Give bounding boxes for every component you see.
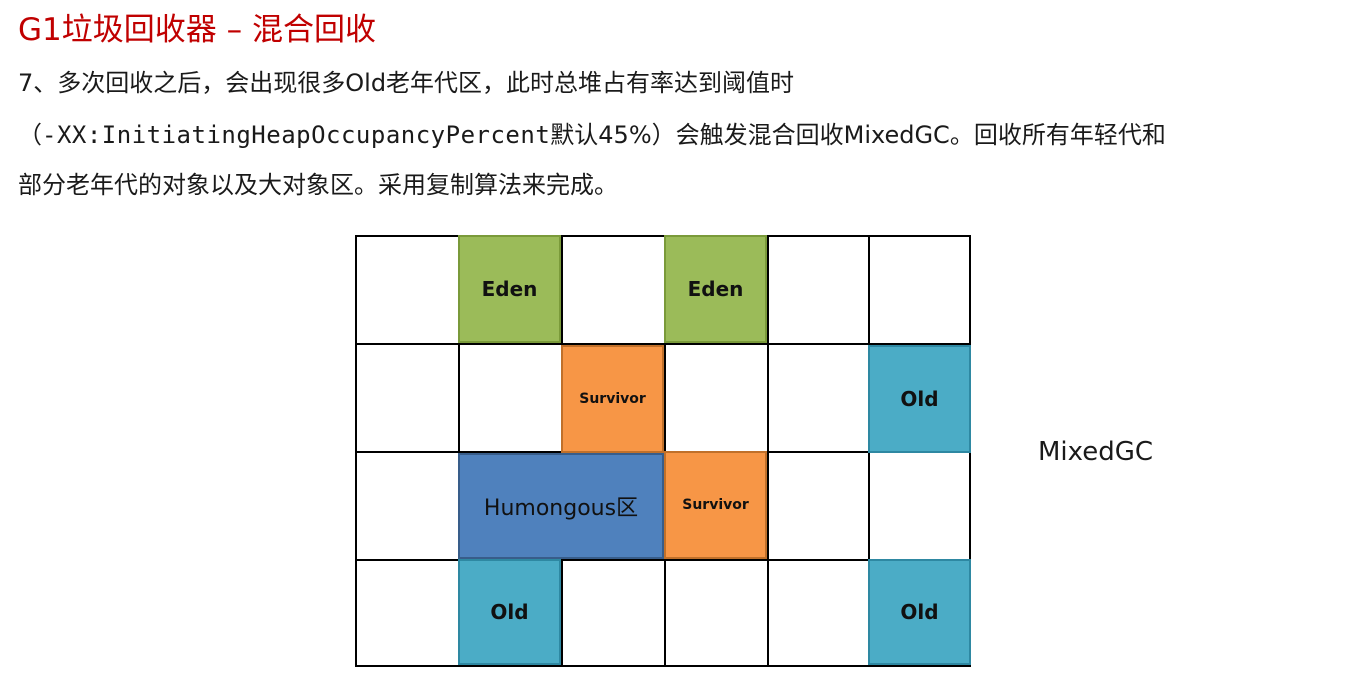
description-open-paren: （: [18, 121, 42, 149]
eden-region-2: Eden: [664, 235, 767, 343]
heap-cell: [767, 235, 872, 345]
page-title: G1垃圾回收器 – 混合回收: [18, 12, 376, 48]
heap-cell: [355, 451, 460, 561]
old-region-3: Old: [868, 559, 971, 665]
old-region-1: Old: [868, 345, 971, 453]
heap-cell: [767, 451, 872, 561]
heap-cell: [767, 343, 872, 453]
mixed-gc-label: MixedGC: [1038, 437, 1154, 467]
survivor-region-2: Survivor: [664, 451, 767, 559]
heap-region-grid: Eden Eden Survivor Old Humongous区 Surviv…: [355, 235, 971, 667]
heap-cell: [458, 343, 563, 453]
survivor-region-1: Survivor: [561, 345, 664, 453]
jvm-flag-text: -XX:InitiatingHeapOccupancyPercent: [42, 121, 551, 149]
description-line-2-rest: 默认45%）会触发混合回收MixedGC。回收所有年轻代和: [550, 121, 1166, 149]
description-line-3: 部分老年代的对象以及大对象区。采用复制算法来完成。: [18, 171, 618, 199]
description-line-2: （-XX:InitiatingHeapOccupancyPercent默认45%…: [18, 120, 1166, 150]
heap-cell: [355, 343, 460, 453]
heap-cell: [561, 559, 666, 667]
heap-cell: [561, 235, 666, 345]
heap-cell: [868, 451, 971, 561]
heap-cell: [355, 559, 460, 667]
heap-cell: [664, 343, 769, 453]
old-region-2: Old: [458, 559, 561, 665]
eden-region-1: Eden: [458, 235, 561, 343]
heap-cell: [767, 559, 872, 667]
humongous-region: Humongous区: [458, 453, 664, 559]
heap-cell: [355, 235, 460, 345]
heap-cell: [664, 559, 769, 667]
heap-cell: [868, 235, 971, 345]
description-line-1: 7、多次回收之后，会出现很多Old老年代区，此时总堆占有率达到阈值时: [18, 69, 795, 97]
